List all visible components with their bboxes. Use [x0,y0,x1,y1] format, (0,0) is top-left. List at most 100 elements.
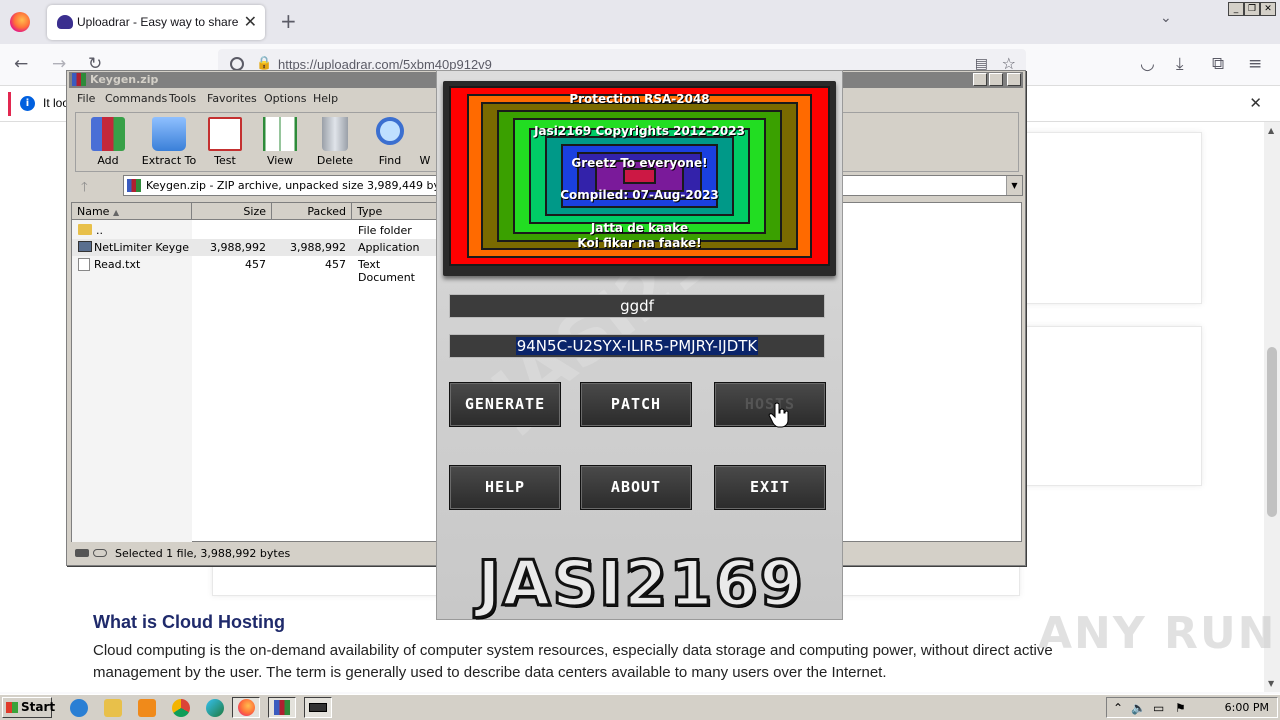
media-player-icon[interactable] [138,699,156,717]
name-input[interactable]: ggdf [449,294,825,318]
volume-icon[interactable]: 🔈 [1131,701,1146,715]
banner-line-5: Jatta de kaake [590,221,689,235]
wizard-icon [419,117,431,151]
taskbar-keygen-button[interactable] [304,697,332,718]
add-button[interactable]: Add [77,115,139,171]
hand-cursor-icon [768,402,789,428]
tab-title: Uploadrar - Easy way to share your files [77,15,242,29]
taskbar-firefox-button[interactable] [232,697,260,718]
file-row[interactable]: Read.txt 457 457 Text Document [72,256,436,284]
winrar-minimize-button[interactable]: _ [973,73,987,86]
ie-icon[interactable] [70,699,88,717]
drive-icon [75,549,89,557]
extensions-icon[interactable]: ⧉ [1212,54,1224,74]
file-packed: 457 [325,258,346,271]
window-minimize-button[interactable]: _ [1228,2,1244,16]
window-close-button[interactable]: ✕ [1260,2,1276,16]
banner-line-copyright: Jasi2169 Copyrights 2012-2023 [534,124,745,138]
generate-button[interactable]: GENERATE [449,382,561,427]
network-icon[interactable]: ▭ [1153,701,1164,715]
scroll-up-icon[interactable]: ▲ [1268,126,1274,135]
keygen-window: JASI2169 Protection RSA-2048 Jasi2169 Co… [436,70,843,620]
key-icon [93,549,107,557]
keygen-banner-screen: Protection RSA-2048 Jasi2169 Copyrights … [449,86,830,266]
uploadrar-favicon-icon [57,15,73,29]
pocket-icon[interactable]: ◡ [1140,54,1155,74]
serial-text-selected: 94N5C-U2SYX-ILIR5-PMJRY-IJDTK [515,337,759,355]
menu-tools[interactable]: Tools [169,92,196,105]
extract-folder-icon [152,117,186,151]
winrar-close-button[interactable]: ✕ [1007,73,1021,86]
section-paragraph: Cloud computing is the on-demand availab… [93,642,1053,681]
window-restore-button[interactable]: ❐ [1244,2,1260,16]
menu-commands[interactable]: Commands [105,92,167,105]
about-button[interactable]: ABOUT [580,465,692,510]
view-book-icon [263,117,297,151]
menu-help[interactable]: Help [313,92,338,105]
column-packed[interactable]: Packed [272,203,352,220]
serial-output-field[interactable]: 94N5C-U2SYX-ILIR5-PMJRY-IJDTK [449,334,825,358]
notification-close-icon[interactable]: ✕ [1249,94,1262,112]
forward-arrow-icon[interactable]: → [52,54,66,74]
add-archive-icon [91,117,125,151]
up-arrow-icon[interactable]: 🡑 [81,178,88,200]
winrar-title: Keygen.zip [90,73,159,86]
menu-options[interactable]: Options [264,92,306,105]
file-row-selected[interactable]: NetLimiter Keyge... 3,988,992 3,988,992 … [72,239,436,256]
test-button[interactable]: Test [194,115,256,171]
test-label: Test [214,154,236,167]
view-label: View [266,154,294,167]
new-tab-button[interactable]: + [280,9,297,33]
banner-frame [623,168,656,184]
winrar-maximize-button[interactable]: □ [989,73,1003,86]
shield-icon[interactable] [230,57,244,71]
menu-file[interactable]: File [77,92,95,105]
start-button[interactable]: Start [2,697,55,718]
scroll-down-icon[interactable]: ▼ [1268,679,1274,688]
help-button[interactable]: HELP [449,465,561,510]
menu-hamburger-icon[interactable]: ≡ [1248,54,1262,74]
status-text: Selected 1 file, 3,988,992 bytes [115,547,291,560]
tray-expand-icon[interactable]: ⌃ [1113,701,1123,715]
info-icon: i [20,96,35,111]
tab-close-icon[interactable]: ✕ [244,12,257,31]
exit-button[interactable]: EXIT [714,465,826,510]
back-arrow-icon[interactable]: ← [14,54,28,74]
column-name[interactable]: Name ▲ [72,203,192,220]
clock[interactable]: 6:00 PM [1225,701,1269,714]
keygen-icon [309,703,327,712]
anyrun-watermark: ANY RUN [1038,608,1277,659]
file-name: .. [96,224,103,237]
column-name-label: Name [77,205,110,218]
column-type[interactable]: Type [352,203,442,220]
firefox-logo-icon[interactable] [10,12,30,32]
browser-tab-active[interactable]: Uploadrar - Easy way to share your files… [47,5,265,40]
chrome-icon[interactable] [172,699,190,717]
flag-icon[interactable]: ⚑ [1175,701,1186,715]
system-tray: ⌃ 🔈 ▭ ⚑ 6:00 PM [1106,697,1278,718]
extract-to-label: Extract To [141,154,197,167]
explorer-icon[interactable] [104,699,122,717]
file-size: 457 [245,258,266,271]
extract-to-button[interactable]: Extract To [136,115,202,171]
patch-button[interactable]: PATCH [580,382,692,427]
column-size[interactable]: Size [192,203,272,220]
page-scrollbar[interactable]: ▲ ▼ [1264,122,1280,692]
view-button[interactable]: View [249,115,311,171]
list-all-tabs-icon[interactable]: ⌄ [1160,10,1172,26]
downloads-icon[interactable]: ⤓ [1176,54,1184,74]
application-icon [78,241,92,252]
find-magnifier-icon [376,117,404,145]
delete-button[interactable]: Delete [304,115,366,171]
edge-icon[interactable] [206,699,224,717]
file-row-parent[interactable]: .. File folder [72,222,436,239]
lock-icon[interactable]: 🔒 [256,56,272,71]
path-dropdown-icon[interactable]: ▼ [1006,176,1022,195]
menu-favorites[interactable]: Favorites [207,92,257,105]
taskbar-winrar-button[interactable] [268,697,296,718]
banner-line-compiled: Compiled: 07-Aug-2023 [560,188,719,202]
winrar-icon [274,700,290,715]
file-type: File folder [358,224,412,237]
firefox-icon [238,699,255,716]
scrollbar-thumb[interactable] [1267,347,1277,517]
